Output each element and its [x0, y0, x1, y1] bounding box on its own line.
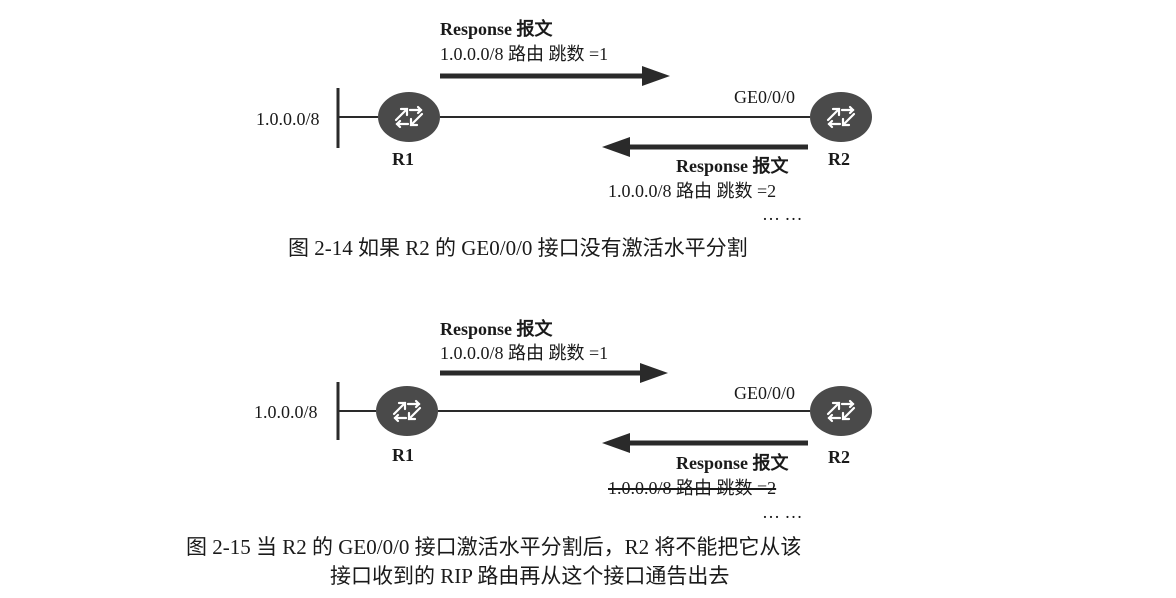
- arrow-left-icon: [602, 433, 808, 453]
- ellipsis: … …: [762, 502, 803, 522]
- interface-label: GE0/0/0: [734, 87, 795, 107]
- router-icon: [808, 384, 874, 438]
- arrow-left-icon: [602, 137, 808, 157]
- router-label-r1: R1: [392, 445, 414, 465]
- router-icon: [376, 90, 442, 144]
- network-label: 1.0.0.0/8: [256, 109, 320, 129]
- figure1-diagram: [336, 66, 874, 157]
- figure-page: Response 报文 1.0.0.0/8 路由 跳数 =1 1.0.0.0/8…: [0, 0, 1176, 598]
- arrow-right-icon: [440, 66, 670, 86]
- message-title: Response 报文: [440, 19, 553, 39]
- figure-caption-line1: 图 2-15 当 R2 的 GE0/0/0 接口激活水平分割后，R2 将不能把它…: [186, 535, 802, 559]
- message-route: 1.0.0.0/8 路由 跳数 =2: [608, 181, 777, 201]
- figure-caption: 图 2-14 如果 R2 的 GE0/0/0 接口没有激活水平分割: [288, 236, 748, 260]
- router-icon: [808, 90, 874, 144]
- router-label-r1: R1: [392, 149, 414, 169]
- figure2-diagram: [336, 363, 874, 453]
- arrow-right-icon: [440, 363, 668, 383]
- message-title: Response 报文: [676, 156, 789, 176]
- message-route: 1.0.0.0/8 路由 跳数 =1: [440, 343, 609, 363]
- network-diagrams: [336, 66, 874, 453]
- router-label-r2: R2: [828, 149, 850, 169]
- message-title: Response 报文: [440, 319, 553, 339]
- message-title: Response 报文: [676, 453, 789, 473]
- figure-caption-line2: 接口收到的 RIP 路由再从这个接口通告出去: [330, 564, 730, 588]
- message-route: 1.0.0.0/8 路由 跳数 =1: [440, 44, 609, 64]
- interface-label: GE0/0/0: [734, 383, 795, 403]
- network-label: 1.0.0.0/8: [254, 402, 318, 422]
- ellipsis: … …: [762, 204, 803, 224]
- router-icon: [374, 384, 440, 438]
- router-label-r2: R2: [828, 447, 850, 467]
- message-route-struck: 1.0.0.0/8 路由 跳数 =2: [608, 478, 777, 498]
